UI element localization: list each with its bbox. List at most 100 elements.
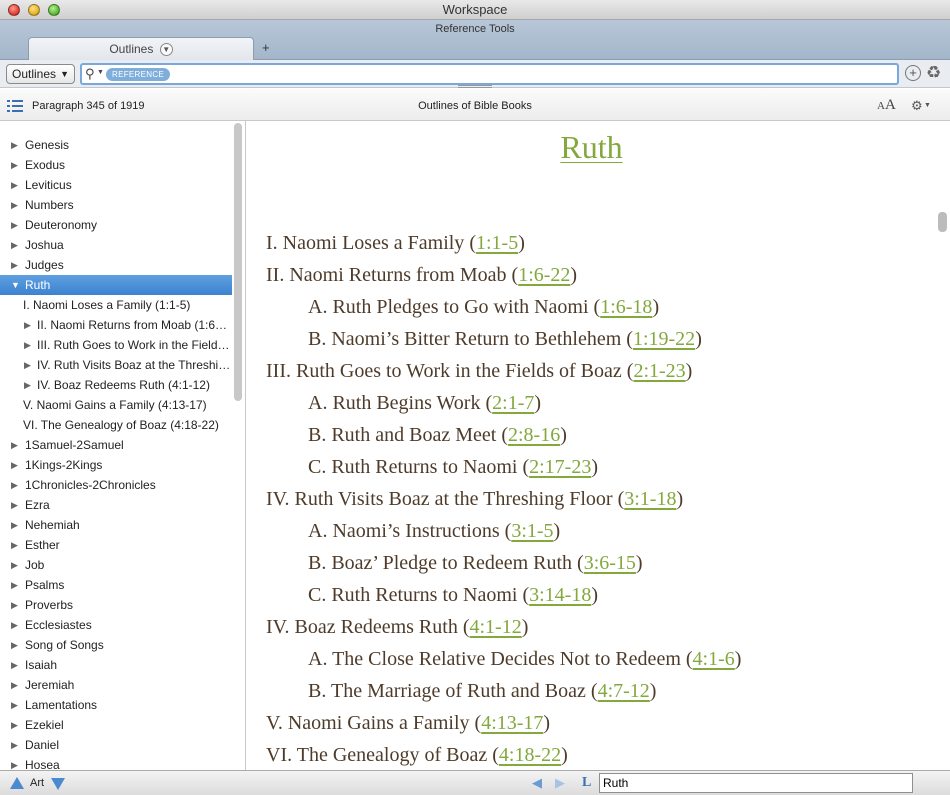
sidebar-item[interactable]: ▶ Esther [0, 535, 232, 555]
scripture-reference-link[interactable]: 4:7-12 [598, 680, 650, 702]
sidebar-item[interactable]: VI. The Genealogy of Boaz (4:18-22) [0, 415, 232, 435]
sidebar-item[interactable]: ▶ Jeremiah [0, 675, 232, 695]
search-input[interactable] [182, 65, 893, 83]
disclosure-collapsed-icon[interactable]: ▶ [11, 455, 21, 475]
triangle-down-icon[interactable] [51, 778, 65, 790]
sidebar-item[interactable]: ▶ Daniel [0, 735, 232, 755]
scripture-reference-link[interactable]: 3:1-5 [511, 520, 553, 542]
disclosure-collapsed-icon[interactable]: ▶ [11, 155, 21, 175]
sidebar-item[interactable]: ▶ 1Kings-2Kings [0, 455, 232, 475]
disclosure-collapsed-icon[interactable]: ▶ [11, 635, 21, 655]
sidebar-item[interactable]: ▶ Nehemiah [0, 515, 232, 535]
content-scrollbar[interactable] [938, 212, 947, 232]
disclosure-collapsed-icon[interactable]: ▶ [11, 235, 21, 255]
resize-grip[interactable] [458, 85, 492, 88]
scripture-reference-link[interactable]: 1:1-5 [476, 232, 518, 254]
disclosure-collapsed-icon[interactable]: ▶ [11, 515, 21, 535]
sidebar-item[interactable]: ▶ IV. Ruth Visits Boaz at the Threshi… [0, 355, 232, 375]
disclosure-expanded-icon[interactable]: ▼ [11, 275, 21, 295]
search-box[interactable]: ⚲ ▼ REFERENCE [80, 63, 899, 85]
sidebar-item[interactable]: ▶ Numbers [0, 195, 232, 215]
disclosure-collapsed-icon[interactable]: ▶ [11, 655, 21, 675]
gear-icon[interactable]: ⚙ [911, 98, 923, 114]
disclosure-collapsed-icon[interactable]: ▶ [11, 675, 21, 695]
triangle-up-icon[interactable] [10, 777, 24, 789]
book-title[interactable]: Ruth [560, 129, 622, 165]
disclosure-collapsed-icon[interactable]: ▶ [24, 335, 34, 355]
scripture-reference-link[interactable]: 2:8-16 [508, 424, 560, 446]
disclosure-collapsed-icon[interactable]: ▶ [11, 575, 21, 595]
scripture-reference-link[interactable]: 3:1-18 [624, 488, 676, 510]
sidebar-item[interactable]: ▶ Lamentations [0, 695, 232, 715]
sidebar-item[interactable]: ▶ Ezekiel [0, 715, 232, 735]
sidebar-item[interactable]: ▶ Joshua [0, 235, 232, 255]
font-size-button[interactable]: AA [877, 97, 896, 114]
sidebar-scrollbar[interactable] [234, 123, 242, 401]
tab-outlines[interactable]: Outlines ▼ [28, 37, 254, 60]
sidebar-item[interactable]: V. Naomi Gains a Family (4:13-17) [0, 395, 232, 415]
sidebar-item[interactable]: ▶ IV. Boaz Redeems Ruth (4:1-12) [0, 375, 232, 395]
sidebar-item[interactable]: I. Naomi Loses a Family (1:1-5) [0, 295, 232, 315]
sidebar-item[interactable]: ▶ Isaiah [0, 655, 232, 675]
sidebar-item[interactable]: ▶ Proverbs [0, 595, 232, 615]
sidebar-item[interactable]: ▶ Exodus [0, 155, 232, 175]
gear-menu-chevron-icon[interactable]: ▼ [924, 102, 931, 109]
table-of-contents-icon[interactable] [7, 100, 23, 112]
disclosure-collapsed-icon[interactable]: ▶ [11, 475, 21, 495]
disclosure-collapsed-icon[interactable]: ▶ [11, 615, 21, 635]
scripture-reference-link[interactable]: 1:19-22 [633, 328, 695, 350]
scripture-reference-link[interactable]: 3:6-15 [584, 552, 636, 574]
scripture-reference-link[interactable]: 2:1-7 [492, 392, 534, 414]
scripture-reference-link[interactable]: 2:17-23 [529, 456, 591, 478]
disclosure-collapsed-icon[interactable]: ▶ [11, 435, 21, 455]
sidebar-item[interactable]: ▼ Ruth [0, 275, 232, 295]
sidebar-item[interactable]: ▶ 1Chronicles-2Chronicles [0, 475, 232, 495]
scripture-reference-link[interactable]: 2:1-23 [633, 360, 685, 382]
search-options-chevron-icon[interactable]: ▼ [97, 69, 104, 76]
sidebar-item[interactable]: ▶ Psalms [0, 575, 232, 595]
sidebar-item[interactable]: ▶ Job [0, 555, 232, 575]
disclosure-collapsed-icon[interactable]: ▶ [11, 755, 21, 770]
scripture-reference-link[interactable]: 4:1-6 [693, 648, 735, 670]
disclosure-collapsed-icon[interactable]: ▶ [11, 695, 21, 715]
disclosure-collapsed-icon[interactable]: ▶ [11, 195, 21, 215]
disclosure-collapsed-icon[interactable]: ▶ [24, 315, 34, 335]
sidebar-item[interactable]: ▶ Genesis [0, 135, 232, 155]
sidebar-item[interactable]: ▶ Hosea [0, 755, 232, 770]
link-set-icon[interactable]: L [582, 775, 591, 791]
disclosure-collapsed-icon[interactable]: ▶ [11, 715, 21, 735]
resource-type-dropdown[interactable]: Outlines ▼ [6, 64, 75, 84]
reference-token[interactable]: REFERENCE [106, 68, 171, 81]
scripture-reference-link[interactable]: 1:6-18 [600, 296, 652, 318]
disclosure-collapsed-icon[interactable]: ▶ [24, 375, 34, 395]
puzzle-pieces-icon[interactable]: ♻ [926, 63, 941, 83]
tab-menu-chevron-icon[interactable]: ▼ [159, 43, 173, 57]
forward-arrow-icon[interactable]: ▶ [555, 775, 565, 791]
disclosure-collapsed-icon[interactable]: ▶ [11, 555, 21, 575]
sidebar-item[interactable]: ▶ Ecclesiastes [0, 615, 232, 635]
sidebar-item[interactable]: ▶ II. Naomi Returns from Moab (1:6… [0, 315, 232, 335]
disclosure-collapsed-icon[interactable]: ▶ [11, 215, 21, 235]
disclosure-collapsed-icon[interactable]: ▶ [11, 135, 21, 155]
disclosure-collapsed-icon[interactable]: ▶ [11, 535, 21, 555]
add-circle-icon[interactable]: + [905, 65, 921, 81]
sidebar-item[interactable]: ▶ 1Samuel-2Samuel [0, 435, 232, 455]
scripture-reference-link[interactable]: 3:14-18 [529, 584, 591, 606]
disclosure-collapsed-icon[interactable]: ▶ [11, 175, 21, 195]
sidebar-item[interactable]: ▶ Leviticus [0, 175, 232, 195]
scripture-reference-link[interactable]: 4:18-22 [499, 744, 561, 766]
scripture-reference-link[interactable]: 4:1-12 [470, 616, 522, 638]
search-icon[interactable]: ⚲ [85, 66, 95, 82]
sidebar-item[interactable]: ▶ Ezra [0, 495, 232, 515]
sidebar-item[interactable]: ▶ Song of Songs [0, 635, 232, 655]
sidebar-item[interactable]: ▶ Deuteronomy [0, 215, 232, 235]
reference-input[interactable] [599, 773, 913, 793]
sidebar-item[interactable]: ▶ III. Ruth Goes to Work in the Field… [0, 335, 232, 355]
disclosure-collapsed-icon[interactable]: ▶ [24, 355, 34, 375]
sidebar-item[interactable]: ▶ Judges [0, 255, 232, 275]
scripture-reference-link[interactable]: 4:13-17 [481, 712, 543, 734]
add-tab-button[interactable]: + [262, 40, 270, 55]
disclosure-collapsed-icon[interactable]: ▶ [11, 595, 21, 615]
back-arrow-icon[interactable]: ◀ [532, 775, 542, 791]
disclosure-collapsed-icon[interactable]: ▶ [11, 255, 21, 275]
